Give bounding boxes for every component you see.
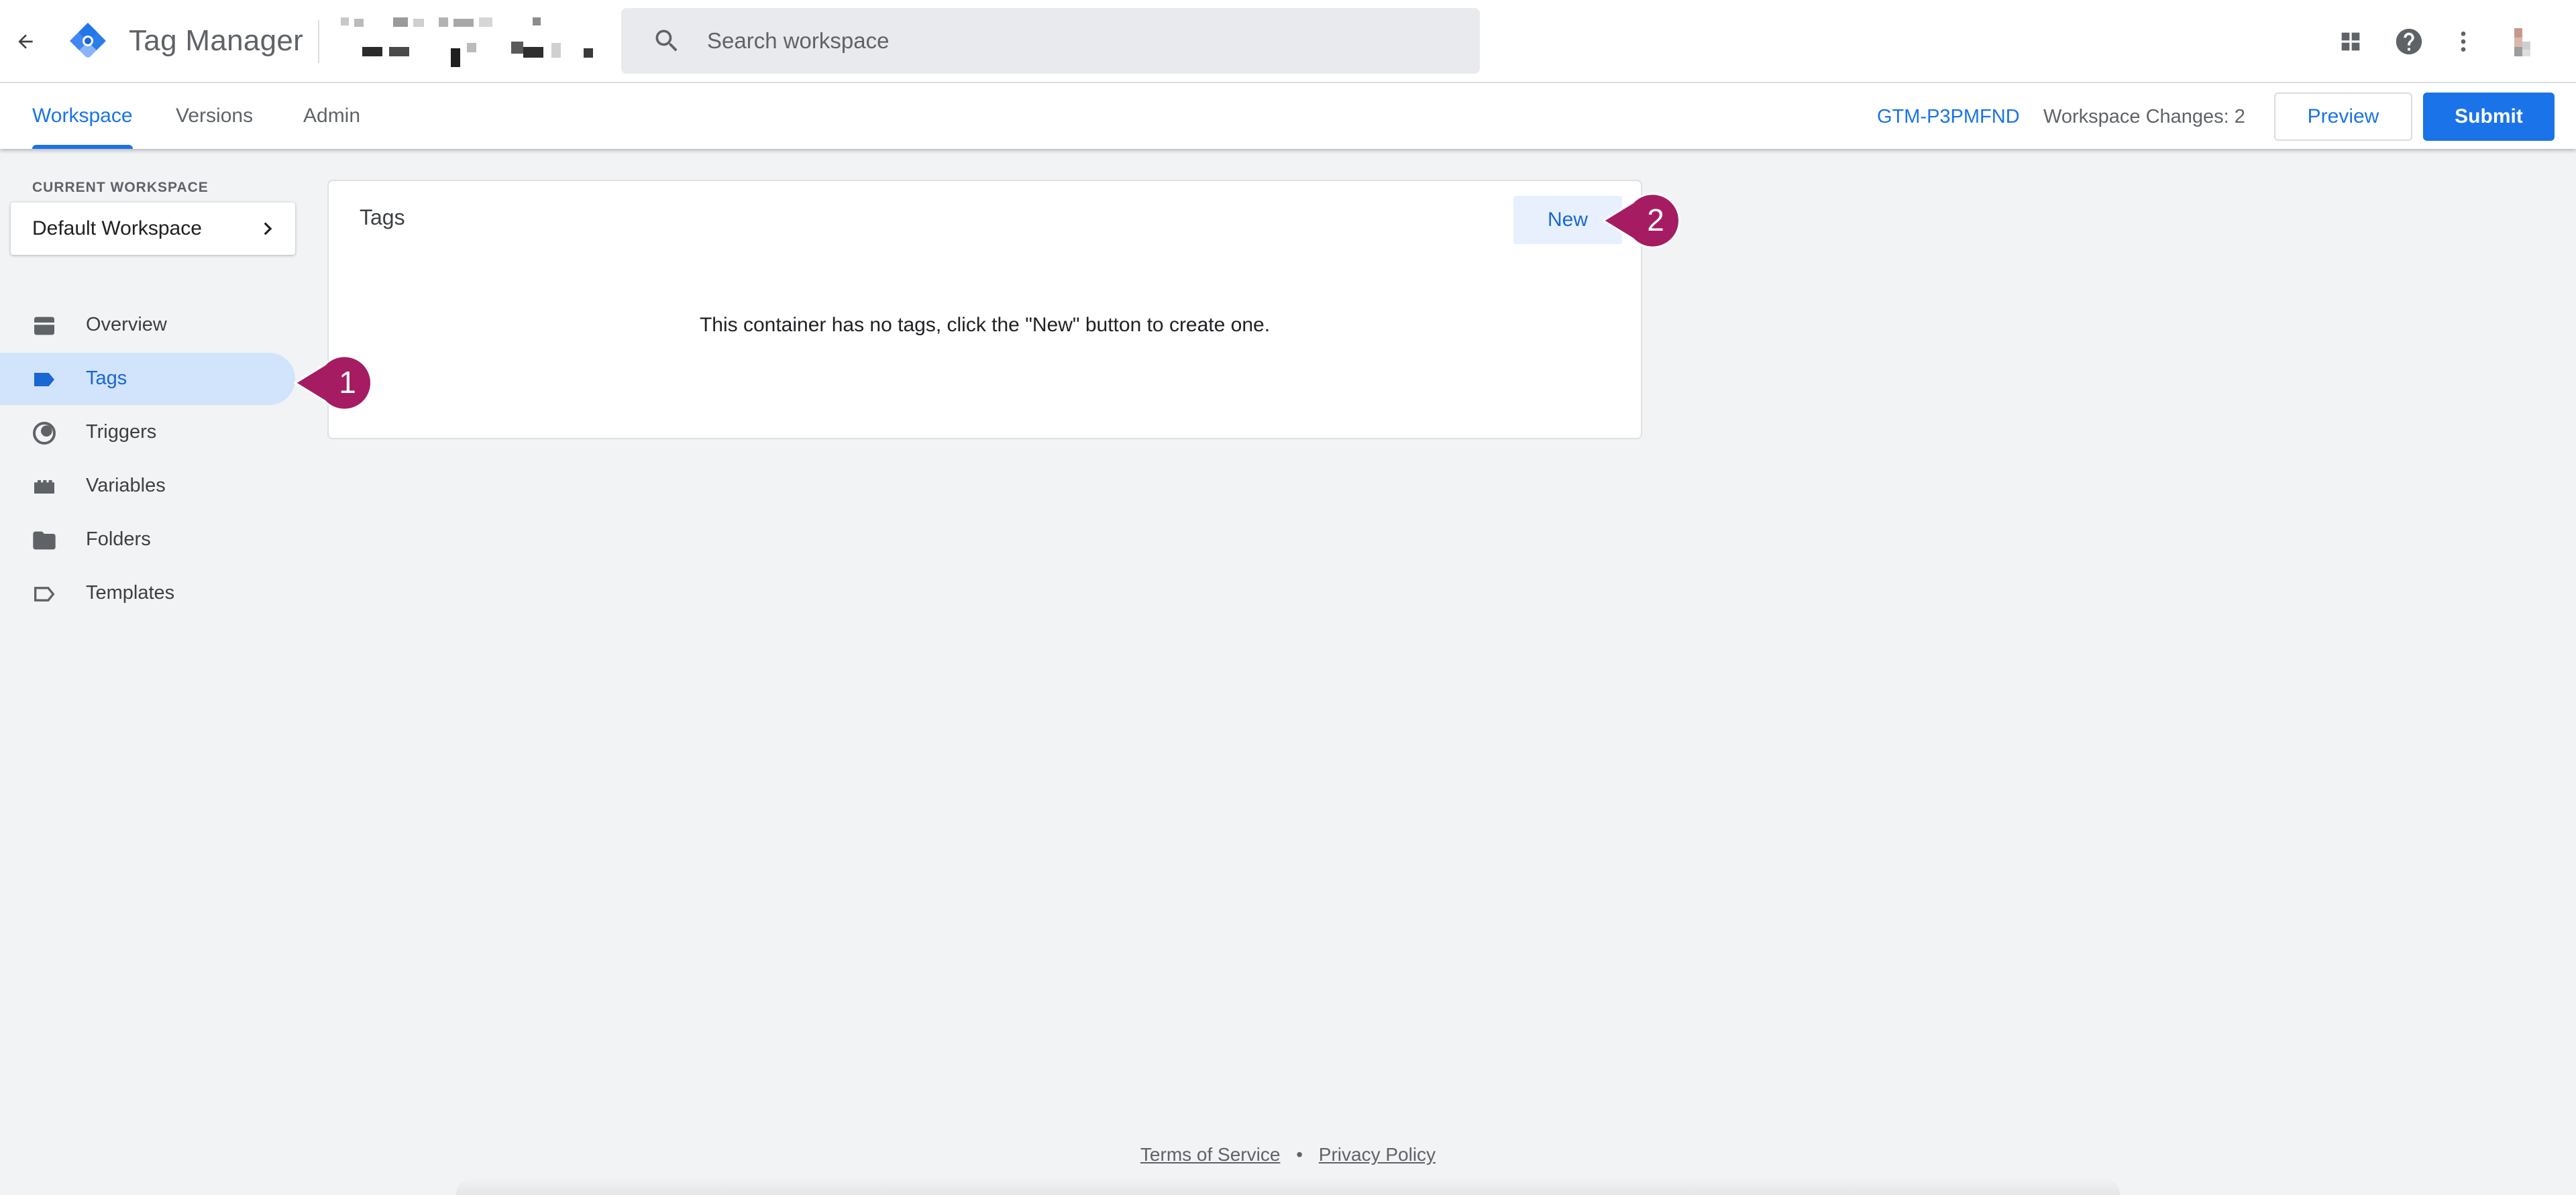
submit-button[interactable]: Submit (2423, 93, 2555, 141)
sidebar-item-variables[interactable]: Variables (0, 460, 295, 512)
chevron-right-icon (255, 216, 280, 241)
sidebar-item-label: Overview (86, 314, 167, 335)
workspace-changes-count: Workspace Changes: 2 (2043, 106, 2245, 127)
apps-grid-icon[interactable] (2332, 23, 2369, 60)
container-id-link[interactable]: GTM-P3PMFND (1877, 106, 2020, 128)
header-divider (318, 20, 319, 63)
top-app-bar: Tag Manager (0, 0, 2576, 83)
folder-icon (31, 527, 58, 554)
callout-number: 2 (1647, 203, 1664, 237)
tags-card: Tags New This container has no tags, cli… (327, 180, 1642, 439)
sidebar-item-folders[interactable]: Folders (0, 514, 295, 566)
tab-admin[interactable]: Admin (287, 83, 376, 149)
overview-icon (31, 312, 58, 339)
workspace-selector[interactable]: Default Workspace (11, 203, 295, 255)
current-workspace-label: CURRENT WORKSPACE (32, 180, 209, 195)
empty-state-message: This container has no tags, click the "N… (699, 314, 1271, 336)
footer-shadow (456, 1178, 2120, 1195)
product-name: Tag Manager (129, 24, 304, 57)
sidebar-item-templates[interactable]: Templates (0, 567, 295, 620)
search-bar[interactable] (621, 8, 1480, 74)
account-avatar[interactable] (2509, 27, 2538, 58)
sidebar-item-label: Tags (86, 367, 127, 389)
sidebar-item-label: Triggers (86, 421, 157, 443)
preview-button[interactable]: Preview (2274, 93, 2412, 141)
tag-manager-logo[interactable] (66, 19, 110, 63)
more-vert-icon[interactable] (2445, 23, 2482, 60)
callout-number: 1 (339, 365, 356, 400)
tag-icon (31, 366, 58, 393)
help-icon[interactable] (2390, 23, 2428, 60)
search-icon (652, 26, 682, 56)
sidebar-item-label: Folders (86, 528, 151, 550)
sidebar-item-label: Variables (86, 475, 166, 496)
back-arrow-icon[interactable] (7, 23, 44, 60)
step-callout-2: 2 (1601, 190, 1692, 251)
workspace-name: Default Workspace (32, 217, 202, 239)
account-container-switcher[interactable] (335, 12, 604, 71)
sidebar-item-label: Templates (86, 582, 175, 604)
footer-separator: • (1296, 1144, 1303, 1165)
sidebar-item-overview[interactable]: Overview (0, 299, 295, 351)
step-callout-1: 1 (292, 353, 384, 413)
tab-workspace[interactable]: Workspace (16, 83, 149, 149)
sidebar-item-tags[interactable]: Tags (0, 353, 295, 405)
trigger-icon (31, 420, 58, 447)
privacy-policy-link[interactable]: Privacy Policy (1319, 1144, 1436, 1165)
variables-icon (31, 473, 58, 500)
sidebar-item-triggers[interactable]: Triggers (0, 406, 295, 459)
footer-links: Terms of Service • Privacy Policy (0, 1144, 2576, 1165)
terms-of-service-link[interactable]: Terms of Service (1140, 1144, 1281, 1165)
template-icon (31, 581, 58, 608)
workspace-subnav: Workspace Versions Admin GTM-P3PMFND Wor… (0, 83, 2576, 149)
search-input[interactable] (707, 23, 1445, 59)
card-title: Tags (360, 205, 405, 229)
tab-versions[interactable]: Versions (160, 83, 269, 149)
